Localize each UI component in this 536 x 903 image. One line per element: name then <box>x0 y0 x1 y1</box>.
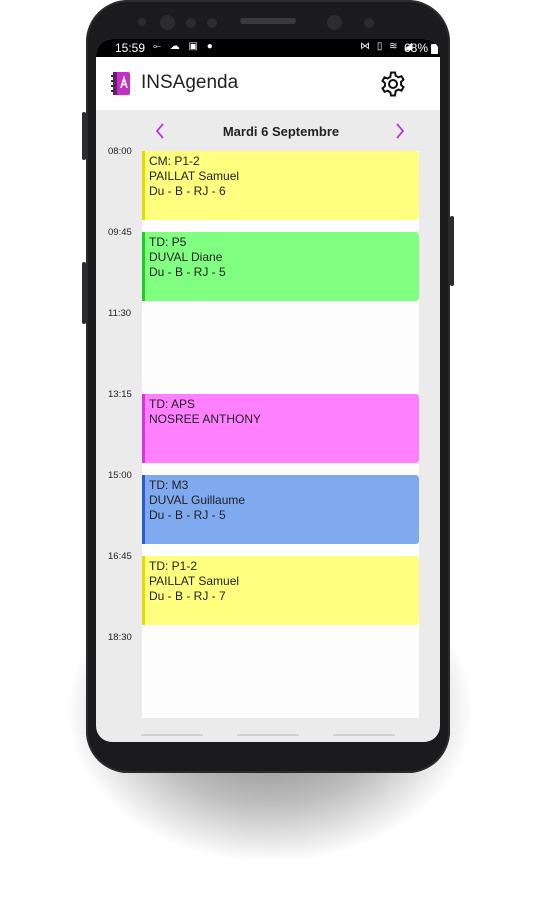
phone-screen: 15:59 ⟜ ☁ ▣ ● ⋈ ▯ ≋ ◢ 68% INSAgenda Mard… <box>96 39 440 742</box>
battery-icon <box>431 44 438 54</box>
time-label: 08:00 <box>108 146 132 157</box>
event-teacher: DUVAL Guillaume <box>149 492 246 507</box>
notification-icons: ⟜ ☁ ▣ ● <box>153 41 216 52</box>
event-color-bar <box>142 151 145 220</box>
front-camera <box>160 15 175 30</box>
event-course: CM: P1-2 <box>149 154 200 168</box>
battery-percent: 68% <box>403 41 428 55</box>
time-label: 18:30 <box>108 632 132 643</box>
sensor-dot <box>207 18 217 28</box>
event-teacher: DUVAL Diane <box>149 249 223 264</box>
sensor-dot <box>186 18 196 28</box>
sensor-dot <box>364 18 374 28</box>
power-button <box>450 216 454 286</box>
event-teacher: PAILLAT Samuel <box>149 168 240 183</box>
gear-icon[interactable] <box>379 70 407 98</box>
time-label: 13:15 <box>108 389 132 400</box>
sensor-dot <box>138 18 146 26</box>
time-label: 15:00 <box>108 470 132 481</box>
event-color-bar <box>142 394 145 463</box>
nav-home-button[interactable] <box>237 734 299 736</box>
event-room: Du - B - RJ - 5 <box>149 507 226 522</box>
event-course: TD: P5 <box>149 235 187 249</box>
event-course: TD: M3 <box>149 478 189 492</box>
status-bar: 15:59 ⟜ ☁ ▣ ● ⋈ ▯ ≋ ◢ 68% <box>96 39 440 57</box>
event-color-bar <box>142 475 145 544</box>
event-course: TD: APS <box>149 397 196 411</box>
earpiece-speaker <box>240 18 296 24</box>
day-schedule: CM: P1-2 PAILLAT Samuel Du - B - RJ - 6 TD:… <box>142 151 419 718</box>
event-course: TD: P1-2 <box>149 559 198 573</box>
date-navigation: Mardi 6 Septembre <box>96 110 440 152</box>
event-room: Du - B - RJ - 6 <box>149 183 226 198</box>
time-label: 11:30 <box>108 308 132 319</box>
event-color-bar <box>142 232 145 301</box>
course-event[interactable]: TD: P5 DUVAL Diane Du - B - RJ - 5 <box>142 232 419 301</box>
event-room: Du - B - RJ - 7 <box>149 588 226 603</box>
course-event[interactable]: TD: APS NOSREE ANTHONY <box>142 394 419 463</box>
current-date: Mardi 6 Septembre <box>222 124 340 139</box>
event-room: Du - B - RJ - 5 <box>149 264 226 279</box>
event-color-bar <box>142 556 145 625</box>
time-label: 09:45 <box>108 227 132 238</box>
event-teacher: PAILLAT Samuel <box>149 573 240 588</box>
time-label: 16:45 <box>108 551 132 562</box>
course-event[interactable]: TD: M3 DUVAL Guillaume Du - B - RJ - 5 <box>142 475 419 544</box>
course-event[interactable]: CM: P1-2 PAILLAT Samuel Du - B - RJ - 6 <box>142 151 419 220</box>
event-teacher: NOSREE ANTHONY <box>149 411 262 426</box>
course-event[interactable]: TD: P1-2 PAILLAT Samuel Du - B - RJ - 7 <box>142 556 419 625</box>
volume-down-button <box>82 262 86 324</box>
iris-camera <box>327 15 342 30</box>
agenda-book-icon <box>111 72 130 95</box>
status-time: 15:59 <box>115 41 146 55</box>
nav-back-button[interactable] <box>333 734 395 736</box>
app-title: INSAgenda <box>141 72 239 93</box>
nav-recents-button[interactable] <box>141 734 203 736</box>
chevron-right-icon[interactable] <box>392 120 408 142</box>
volume-up-button <box>82 112 86 160</box>
app-bar: INSAgenda <box>96 57 440 110</box>
